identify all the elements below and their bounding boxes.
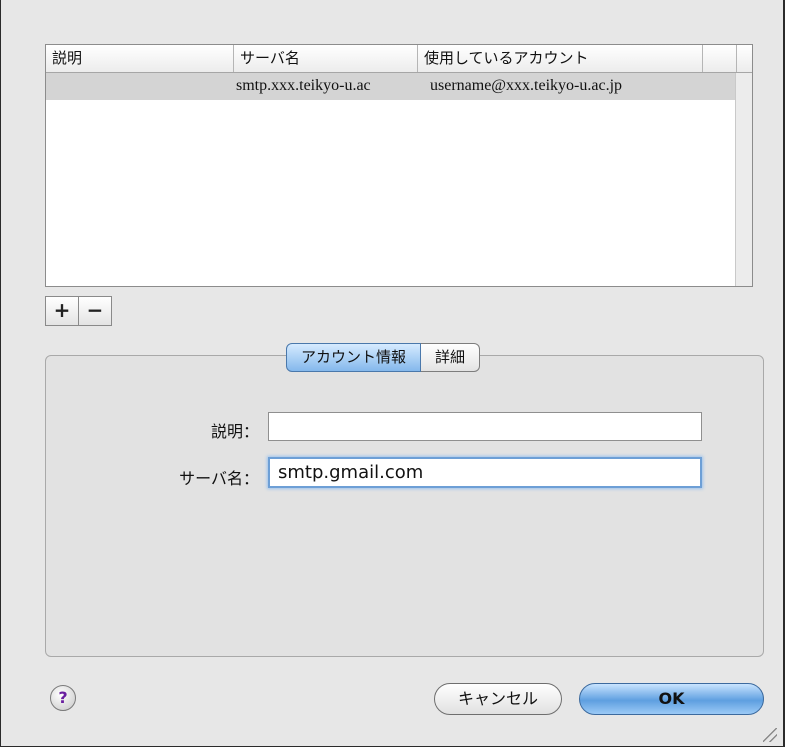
column-header-empty bbox=[703, 45, 737, 72]
tab-account-info[interactable]: アカウント情報 bbox=[286, 343, 422, 372]
table-scrollbar[interactable] bbox=[735, 73, 752, 286]
server-name-field[interactable] bbox=[268, 457, 702, 488]
server-settings-group bbox=[45, 355, 764, 657]
smtp-server-table: 説明 サーバ名 使用しているアカウント smtp.xxx.teikyo-u.ac… bbox=[45, 44, 753, 287]
column-header-description[interactable]: 説明 bbox=[46, 45, 234, 72]
server-name-label: サーバ名： bbox=[179, 469, 259, 488]
remove-server-button[interactable]: − bbox=[78, 296, 112, 326]
ok-button[interactable]: OK bbox=[579, 683, 764, 715]
tab-advanced[interactable]: 詳細 bbox=[421, 343, 481, 372]
cell-description bbox=[52, 73, 232, 100]
help-button[interactable]: ? bbox=[50, 685, 76, 711]
cell-server-name: smtp.xxx.teikyo-u.ac bbox=[236, 77, 371, 94]
table-header: 説明 サーバ名 使用しているアカウント bbox=[46, 45, 752, 73]
cell-account: username@xxx.teikyo-u.ac.jp bbox=[430, 77, 623, 94]
smtp-server-sheet: 説明 サーバ名 使用しているアカウント smtp.xxx.teikyo-u.ac… bbox=[0, 0, 785, 747]
add-server-button[interactable]: + bbox=[45, 296, 79, 326]
description-label: 説明： bbox=[210, 422, 259, 441]
settings-tabs: アカウント情報 詳細 bbox=[286, 343, 481, 372]
column-header-server-name[interactable]: サーバ名 bbox=[234, 45, 418, 72]
resize-grip-icon[interactable] bbox=[763, 728, 777, 742]
cancel-button[interactable]: キャンセル bbox=[434, 683, 562, 715]
table-row[interactable]: smtp.xxx.teikyo-u.ac username@xxx.teikyo… bbox=[46, 73, 736, 100]
description-field[interactable] bbox=[268, 412, 702, 441]
column-header-account[interactable]: 使用しているアカウント bbox=[418, 45, 703, 72]
